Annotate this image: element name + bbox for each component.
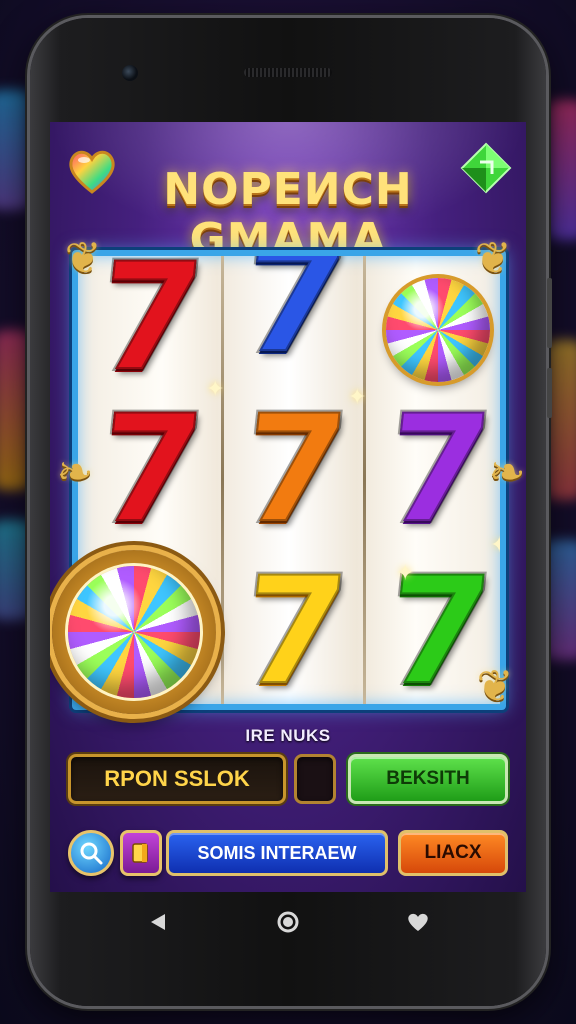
sparkle-icon: ✦ xyxy=(490,532,500,558)
phone-frame: NOPEИCH GMAMA 7 7 7 7 7 7 7 ✦ ✦ ✦ ❦ ❦ ❧ … xyxy=(30,18,552,1006)
orange-action-button[interactable]: LIACX xyxy=(398,830,508,876)
spin-button[interactable]: RPON SSLOK xyxy=(68,754,286,804)
reel-symbol-seven-yellow: 7 xyxy=(228,543,360,710)
volume-button[interactable] xyxy=(547,278,552,348)
blue-action-button[interactable]: SOMIS INTERAEW xyxy=(166,830,388,876)
reel-divider xyxy=(363,256,366,704)
seven-symbol: 7 xyxy=(231,543,358,710)
reel-symbol-seven-red: 7 xyxy=(84,381,216,559)
seven-symbol: 7 xyxy=(375,381,500,559)
background-glow xyxy=(546,340,576,500)
book-icon xyxy=(132,843,148,863)
side-ornament-icon: ❧ xyxy=(488,447,526,498)
earpiece-speaker xyxy=(244,68,332,77)
home-circle-icon[interactable] xyxy=(272,906,304,938)
disco-ball-icon xyxy=(386,278,490,382)
blank-button[interactable] xyxy=(294,754,336,804)
book-button[interactable] xyxy=(120,830,162,876)
side-ornament-icon: ❧ xyxy=(56,447,94,498)
seven-symbol: 7 xyxy=(231,250,358,389)
reel-symbol-seven-blue: 7 xyxy=(228,250,360,389)
corner-ornament-icon: ❦ xyxy=(476,661,514,712)
green-action-button[interactable]: BEKSITH xyxy=(348,754,508,804)
seven-symbol: 7 xyxy=(231,381,358,559)
android-nav-bar xyxy=(50,892,526,952)
corner-ornament-icon: ❦ xyxy=(474,233,512,284)
game-title-line1: NOPEИCH xyxy=(163,164,413,215)
reel-divider xyxy=(221,256,224,704)
reel-symbol-seven-orange: 7 xyxy=(228,381,360,559)
disco-ball-icon xyxy=(68,566,200,698)
front-camera xyxy=(122,65,138,81)
background-glow xyxy=(544,540,576,660)
seven-symbol: 7 xyxy=(87,381,214,559)
background-glow xyxy=(0,330,30,490)
heart-nav-icon[interactable] xyxy=(402,906,434,938)
search-button[interactable] xyxy=(68,830,114,876)
background-glow xyxy=(0,520,32,620)
power-button[interactable] xyxy=(547,368,552,418)
corner-ornament-icon: ❦ xyxy=(64,233,102,284)
disco-ball-medallion xyxy=(52,550,216,714)
back-triangle-icon[interactable] xyxy=(142,906,174,938)
panel-label: IRE NUKS xyxy=(245,726,331,745)
game-screen: NOPEИCH GMAMA 7 7 7 7 7 7 7 ✦ ✦ ✦ ❦ ❦ ❧ … xyxy=(50,122,526,892)
sparkle-icon: ✦ xyxy=(348,384,367,409)
sparkle-icon: ✦ xyxy=(396,560,415,585)
background-glow xyxy=(548,100,576,240)
background-glow xyxy=(0,90,30,210)
sparkle-icon: ✦ xyxy=(206,376,225,401)
search-icon xyxy=(80,842,103,865)
